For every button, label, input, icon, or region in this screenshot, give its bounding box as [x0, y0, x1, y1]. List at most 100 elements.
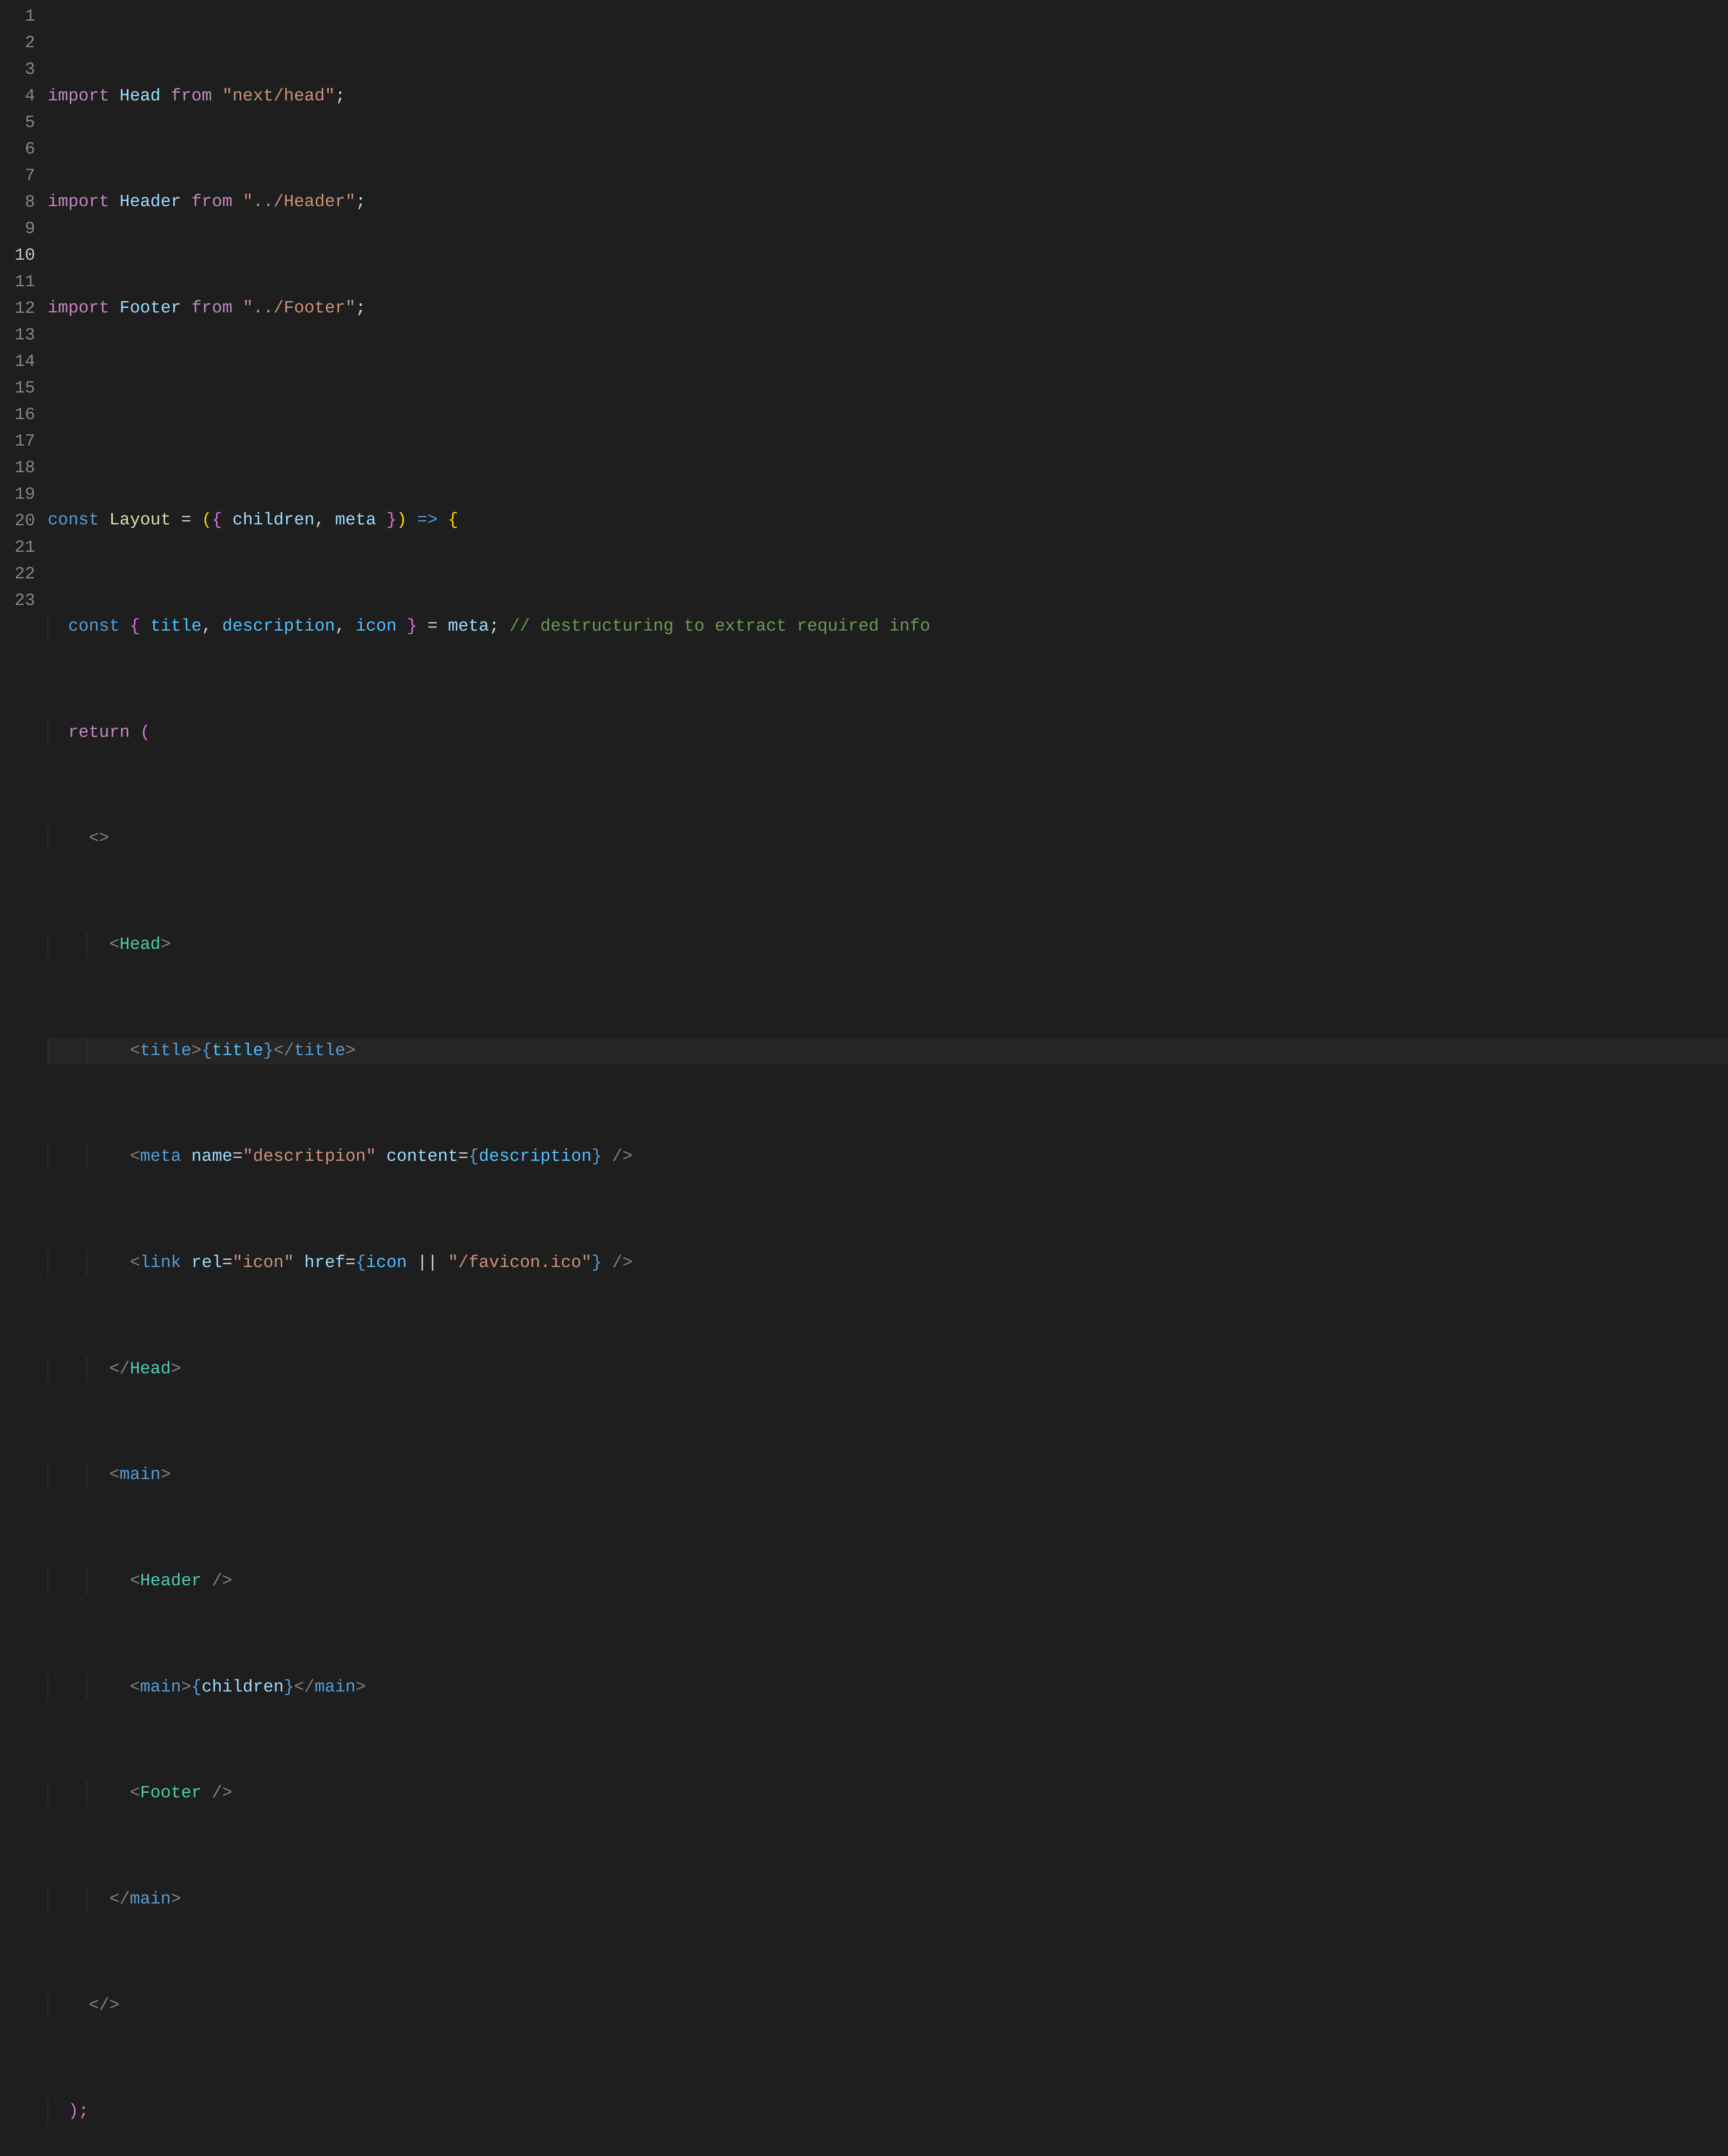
tok-tag: main: [140, 1678, 181, 1697]
code-line[interactable]: import Footer from "../Footer";: [48, 295, 1728, 322]
tok-brace: {: [191, 1678, 202, 1697]
line-number: 16: [8, 402, 35, 428]
code-line[interactable]: <Head>: [48, 932, 1728, 958]
tok-brace: }: [263, 1041, 274, 1060]
code-line[interactable]: <main>{children}</main>: [48, 1674, 1728, 1701]
tok-component: Head: [130, 1359, 171, 1379]
tok-tag: main: [120, 1465, 161, 1484]
tok-brace: }: [396, 617, 417, 636]
code-line[interactable]: import Head from "next/head";: [48, 83, 1728, 110]
tok-prop: children: [233, 510, 315, 530]
tok-op: =: [222, 1253, 233, 1272]
code-line[interactable]: <Header />: [48, 1568, 1728, 1595]
tok-var: children: [202, 1678, 284, 1697]
line-number: 14: [8, 349, 35, 375]
tok-punct: ,: [202, 617, 222, 636]
tok-space: [99, 510, 109, 530]
tok-op: =: [417, 617, 448, 636]
tok-brace: {: [448, 510, 458, 530]
tok-angle: <: [130, 1041, 140, 1060]
code-line[interactable]: const Layout = ({ children, meta }) => {: [48, 507, 1728, 534]
tok-op: =: [458, 1147, 468, 1166]
tok-string: "next/head": [222, 86, 335, 106]
code-editor[interactable]: 1 2 3 4 5 6 7 8 9 10 11 12 13 14 15 16 1…: [0, 0, 1728, 2156]
code-line[interactable]: [48, 401, 1728, 428]
tok-string: "descritpion": [243, 1147, 376, 1166]
tok-angle: <: [130, 1253, 140, 1272]
tok-paren: (: [130, 723, 150, 742]
tok-component: Header: [140, 1571, 202, 1591]
tok-string: "../Header": [243, 192, 356, 212]
tok-angle: <: [130, 1147, 140, 1166]
tok-angle: <: [109, 935, 120, 954]
tok-paren: );: [68, 2102, 89, 2121]
tok-angle: >: [171, 1359, 181, 1379]
indent-guide: [86, 1144, 87, 1170]
code-area[interactable]: import Head from "next/head"; import Hea…: [48, 0, 1728, 2156]
code-line[interactable]: );: [48, 2098, 1728, 2125]
code-line[interactable]: </Head>: [48, 1356, 1728, 1383]
tok-component: Footer: [140, 1783, 202, 1803]
tok-angle: />: [202, 1783, 232, 1803]
tok-brace: }: [284, 1678, 294, 1697]
indent-guide: [86, 1038, 87, 1064]
tok-brace: }: [376, 510, 397, 530]
line-number: 3: [8, 57, 35, 83]
tok-brace: }: [592, 1147, 602, 1166]
line-number: 15: [8, 375, 35, 402]
code-line[interactable]: <Footer />: [48, 1780, 1728, 1807]
line-number: 1: [8, 4, 35, 30]
line-number: 6: [8, 136, 35, 163]
tok-space: [120, 617, 130, 636]
code-line[interactable]: <meta name="descritpion" content={descri…: [48, 1144, 1728, 1170]
tok-angle: >: [345, 1041, 356, 1060]
tok-attr: href: [304, 1253, 345, 1272]
tok-angle: >: [99, 829, 109, 848]
tok-space: [294, 1253, 304, 1272]
tok-angle: <: [130, 1678, 140, 1697]
tok-keyword: const: [48, 510, 99, 530]
indent-guide: [86, 1462, 87, 1488]
tok-const: title: [150, 617, 202, 636]
tok-brace: {: [202, 1041, 212, 1060]
tok-string: "../Footer": [243, 298, 356, 318]
tok-op: ||: [407, 1253, 448, 1272]
tok-space: [181, 192, 191, 212]
tok-const: description: [222, 617, 335, 636]
code-line[interactable]: <link rel="icon" href={icon || "/favicon…: [48, 1250, 1728, 1276]
code-line[interactable]: </main>: [48, 1886, 1728, 1913]
tok-paren: ): [396, 510, 407, 530]
tok-op: =: [345, 1253, 356, 1272]
code-line[interactable]: <>: [48, 825, 1728, 852]
tok-space: [233, 298, 243, 318]
tok-angle: <: [130, 1783, 140, 1803]
tok-identifier: Head: [120, 86, 161, 106]
tok-space: [181, 1147, 191, 1166]
tok-angle: </: [89, 1996, 109, 2015]
code-line-active[interactable]: <title>{title}</title>: [48, 1038, 1728, 1064]
code-line[interactable]: import Header from "../Header";: [48, 189, 1728, 216]
line-number: 13: [8, 322, 35, 349]
tok-angle: >: [161, 1465, 171, 1484]
code-line[interactable]: </>: [48, 1993, 1728, 2019]
tok-brace: {: [356, 1253, 366, 1272]
tok-op: =: [171, 510, 202, 530]
tok-space: [109, 192, 120, 212]
code-line[interactable]: const { title, description, icon } = met…: [48, 613, 1728, 640]
tok-angle: >: [161, 935, 171, 954]
tok-tag: main: [130, 1890, 171, 1909]
indent-guide: [86, 1568, 87, 1595]
line-number-current: 10: [8, 243, 35, 269]
tok-tag: main: [315, 1678, 356, 1697]
code-line[interactable]: <main>: [48, 1462, 1728, 1488]
tok-angle: >: [191, 1041, 202, 1060]
line-number: 22: [8, 561, 35, 588]
code-line[interactable]: return (: [48, 720, 1728, 746]
tok-keyword: from: [191, 192, 232, 212]
tok-tag: title: [140, 1041, 191, 1060]
tok-angle: </: [109, 1890, 130, 1909]
tok-angle: <: [130, 1571, 140, 1591]
tok-keyword: return: [68, 723, 130, 742]
tok-angle: />: [202, 1571, 232, 1591]
indent-guide: [86, 1886, 87, 1913]
